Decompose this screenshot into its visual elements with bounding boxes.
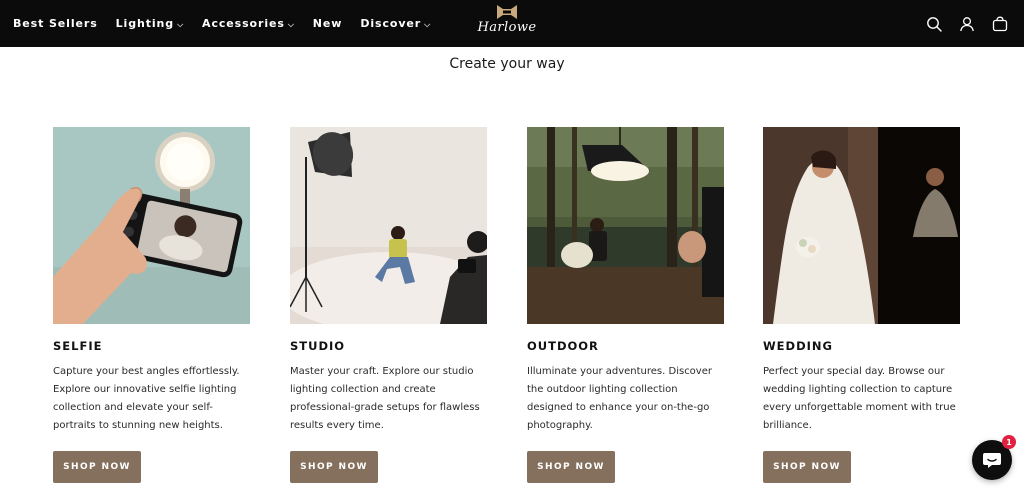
nav-link-label: New [312, 17, 343, 30]
shop-now-button-wedding[interactable]: SHOP NOW [763, 451, 851, 483]
top-navigation-bar: Best Sellers Lighting ⌵ Accessories ⌵ New … [0, 0, 1024, 47]
main-menu: Best Sellers Lighting ⌵ Accessories ⌵ New … [13, 0, 431, 47]
card-description: Illuminate your adventures. Discover the… [527, 366, 712, 431]
shop-now-button-outdoor[interactable]: SHOP NOW [527, 451, 615, 483]
shop-now-button-studio[interactable]: SHOP NOW [290, 451, 378, 483]
section-heading: Create your way [449, 56, 565, 72]
nav-link-label: Accessories [202, 17, 285, 30]
chat-bubble-icon [983, 453, 1001, 468]
wedding-photo [763, 127, 960, 324]
cart-icon[interactable] [992, 16, 1008, 32]
studio-photo [290, 127, 487, 324]
selfie-image[interactable] [53, 127, 250, 324]
chevron-down-icon: ⌵ [287, 19, 295, 29]
account-icon[interactable] [959, 16, 975, 32]
nav-link-accessories[interactable]: Accessories ⌵ [202, 17, 295, 30]
nav-link-label: Discover [360, 17, 422, 30]
card-description: Perfect your special day. Browse our wed… [763, 366, 956, 431]
logo-wordmark: Harlowe [477, 20, 537, 35]
nav-link-new[interactable]: New [313, 17, 343, 30]
card-description: Capture your best angles effortlessly. E… [53, 366, 240, 431]
card-title: OUTDOOR [527, 339, 599, 353]
outdoor-photo [527, 127, 724, 324]
shop-now-button-selfie[interactable]: SHOP NOW [53, 451, 141, 483]
chevron-down-icon: ⌵ [177, 19, 185, 29]
wedding-image[interactable] [763, 127, 960, 324]
nav-link-best-sellers[interactable]: Best Sellers [13, 17, 98, 30]
search-icon[interactable] [926, 16, 942, 32]
nav-link-label: Lighting [115, 17, 175, 30]
card-description: Master your craft. Explore our studio li… [290, 366, 480, 431]
outdoor-image[interactable] [527, 127, 724, 324]
nav-link-discover[interactable]: Discover ⌵ [360, 17, 431, 30]
nav-link-lighting[interactable]: Lighting ⌵ [116, 17, 184, 30]
nav-link-label: Best Sellers [13, 17, 98, 30]
brand-logo[interactable]: Harlowe [473, 4, 541, 44]
card-title: WEDDING [763, 339, 833, 353]
studio-image[interactable] [290, 127, 487, 324]
logo-mark-icon [497, 5, 517, 19]
card-title: SELFIE [53, 339, 103, 353]
chat-notification-badge: 1 [1002, 435, 1016, 449]
chevron-down-icon: ⌵ [424, 19, 432, 29]
card-title: STUDIO [290, 339, 346, 353]
selfie-photo [53, 127, 250, 324]
header-icons [926, 0, 1008, 47]
